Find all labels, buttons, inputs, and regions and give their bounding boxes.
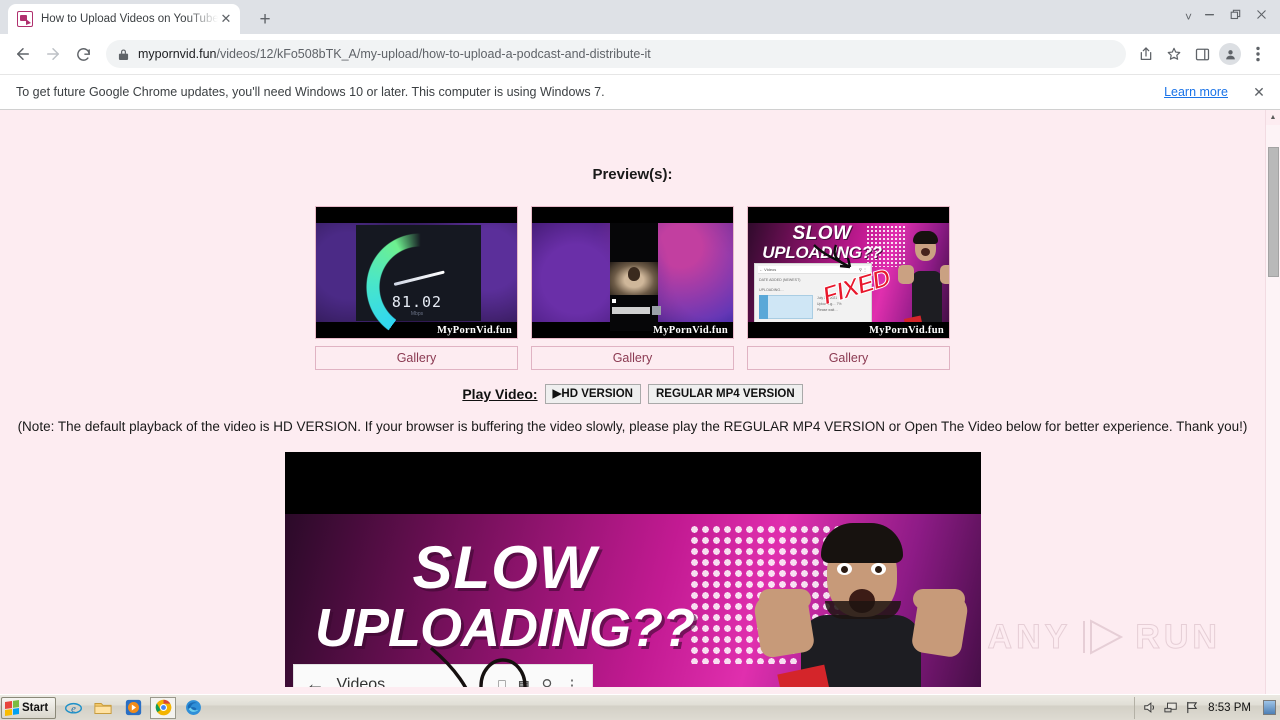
play-video-label: Play Video: [462, 386, 538, 402]
three-dot-menu-icon[interactable] [1244, 40, 1272, 68]
infobar-learn-more-link[interactable]: Learn more [1164, 85, 1228, 99]
regular-mp4-version-button[interactable]: REGULAR MP4 VERSION [647, 384, 803, 404]
play-video-row: Play Video: ▶HD VERSION REGULAR MP4 VERS… [0, 384, 1265, 404]
page-title: Preview(s): [592, 166, 673, 183]
infobar-close-icon[interactable]: ✕ [1250, 84, 1268, 101]
preview-item: MyPornVid.fun Gallery [531, 206, 734, 370]
show-desktop-button[interactable] [1263, 700, 1276, 715]
headline-line-1: SLOW [412, 534, 597, 601]
scrollbar-track[interactable] [1266, 125, 1280, 694]
video-letterbox [284, 452, 981, 514]
side-panel-icon[interactable] [1188, 40, 1216, 68]
hd-version-button[interactable]: ▶HD VERSION [544, 384, 641, 404]
playback-note: (Note: The default playback of the video… [17, 419, 1248, 434]
anyrun-left-text: ANY [987, 617, 1072, 656]
system-tray: 8:53 PM [1134, 696, 1280, 719]
anyrun-watermark: ANY RUN [987, 617, 1221, 657]
update-infobar: To get future Google Chrome updates, you… [0, 74, 1280, 110]
back-arrow-icon: ← [305, 674, 325, 687]
svg-text:e: e [71, 704, 76, 715]
browser-window: How to Upload Videos on YouTube Fa ✕ + ˅ [0, 0, 1280, 694]
url-path: /videos/12/kFo508bTK_A/my-upload/how-to-… [216, 47, 651, 61]
gallery-button[interactable]: Gallery [315, 346, 518, 370]
url-text: mypornvid.fun/videos/12/kFo508bTK_A/my-u… [138, 47, 651, 61]
phone-input-field [612, 307, 650, 314]
tab-search-chevron-down-icon[interactable]: ˅ [1185, 8, 1192, 26]
scrollbar-up-arrow[interactable]: ▲ [1266, 110, 1280, 125]
thumbnail-watermark: MyPornVid.fun [437, 325, 512, 336]
preview-item: SLOW UPLOADING?? ← Videos ⚲ ⋮ DATE ADDED… [747, 206, 950, 370]
person-figure [898, 229, 949, 338]
headline-line-1: SLOW [792, 223, 852, 244]
letterbox-top [748, 207, 949, 223]
speedtest-gauge-icon [364, 231, 476, 338]
url-host: mypornvid.fun [138, 47, 217, 61]
minimize-button[interactable] [1196, 3, 1222, 25]
video-poster-image: SLOW UPLOADING?? ← Videos ⎕ ▤ ⚲ ⋮ [284, 514, 981, 687]
browser-toolbar: mypornvid.fun/videos/12/kFo508bTK_A/my-u… [0, 34, 1280, 74]
clock[interactable]: 8:53 PM [1208, 702, 1251, 714]
preview-thumbnail-speedtest[interactable]: 81.02 Mbps MyPornVid.fun [315, 206, 518, 339]
play-triangle-icon [1080, 617, 1126, 657]
tab-close-icon[interactable]: ✕ [218, 11, 234, 27]
scrollbar-thumb[interactable] [1268, 147, 1279, 277]
restore-button[interactable] [1222, 3, 1248, 25]
gallery-button[interactable]: Gallery [531, 346, 734, 370]
infobar-message: To get future Google Chrome updates, you… [16, 85, 605, 99]
back-arrow-icon[interactable] [8, 39, 38, 69]
forward-arrow-icon[interactable] [38, 39, 68, 69]
new-tab-button[interactable]: + [252, 8, 278, 32]
anyrun-right-text: RUN [1135, 617, 1221, 656]
reload-icon[interactable] [68, 39, 98, 69]
video-headline: SLOW UPLOADING?? [305, 534, 705, 659]
page-viewport: Preview(s): 81.02 Mbps MyPornVid.fun Gal… [0, 110, 1280, 694]
mypornvid-favicon-icon [17, 11, 33, 27]
thumbnail-watermark: MyPornVid.fun [869, 325, 944, 336]
preview-thumbnail-slow-uploading[interactable]: SLOW UPLOADING?? ← Videos ⚲ ⋮ DATE ADDED… [747, 206, 950, 339]
page-content: Preview(s): 81.02 Mbps MyPornVid.fun Gal… [0, 110, 1265, 687]
volume-icon[interactable] [1143, 701, 1157, 714]
arrow-annotation-icon [813, 244, 852, 269]
start-label: Start [22, 701, 49, 714]
preview-item: 81.02 Mbps MyPornVid.fun Gallery [315, 206, 518, 370]
address-bar[interactable]: mypornvid.fun/videos/12/kFo508bTK_A/my-u… [106, 40, 1126, 68]
share-icon[interactable] [1132, 40, 1160, 68]
window-controls [1196, 3, 1274, 25]
taskbar-item-microsoft-edge[interactable] [180, 697, 206, 719]
profile-avatar-icon[interactable] [1216, 40, 1244, 68]
close-button[interactable] [1248, 3, 1274, 25]
taskbar-item-media-player[interactable] [120, 697, 146, 719]
start-button[interactable]: Start [1, 696, 57, 719]
preview-thumbnail-row: 81.02 Mbps MyPornVid.fun Gallery MyPornV… [0, 206, 1265, 370]
thumbnail-watermark: MyPornVid.fun [653, 325, 728, 336]
preview-thumbnail-phone[interactable]: MyPornVid.fun [531, 206, 734, 339]
speedtest-unit: Mbps [410, 311, 424, 317]
letterbox-top [532, 207, 733, 223]
bookmark-star-icon[interactable] [1160, 40, 1188, 68]
page-scrollbar[interactable]: ▲ [1265, 110, 1280, 694]
taskbar-item-windows-explorer[interactable] [90, 697, 116, 719]
windows-logo-icon [5, 699, 19, 716]
tab-strip: How to Upload Videos on YouTube Fa ✕ + ˅ [0, 0, 1280, 34]
taskbar-item-google-chrome[interactable] [150, 696, 177, 719]
windows-taskbar: Start e 8:53 PM [0, 694, 1280, 720]
video-player[interactable]: SLOW UPLOADING?? ← Videos ⎕ ▤ ⚲ ⋮ [284, 452, 981, 687]
speedtest-value: 81.02 [391, 293, 443, 311]
letterbox-top [316, 207, 517, 223]
avatar [1219, 43, 1241, 65]
browser-tab[interactable]: How to Upload Videos on YouTube Fa ✕ [8, 4, 240, 34]
tab-title: How to Upload Videos on YouTube Fa [41, 13, 218, 25]
overflow-menu-icon: ⋮ [564, 677, 580, 687]
person-face [628, 267, 640, 281]
person-figure [751, 519, 970, 687]
progress-dot [612, 299, 616, 303]
action-center-flag-icon[interactable] [1185, 701, 1198, 714]
phone-action-button [652, 306, 661, 315]
gallery-button[interactable]: Gallery [747, 346, 950, 370]
lock-icon [118, 48, 129, 61]
taskbar-item-internet-explorer[interactable]: e [60, 697, 86, 719]
network-icon[interactable] [1164, 701, 1178, 714]
arrow-annotation-icon [429, 646, 527, 687]
